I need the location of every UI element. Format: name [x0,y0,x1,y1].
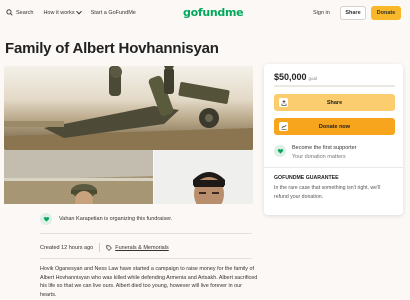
donate-now-button[interactable]: Donate now [274,118,395,135]
donate-now-label: Donate now [318,123,351,130]
search-link[interactable]: Search [6,9,33,16]
tag-icon [106,244,113,251]
divider [40,258,252,259]
share-label: Share [326,99,343,106]
goal-suffix: goal [308,76,318,81]
nav-left: Search How it works Start a GoFundMe [6,8,146,16]
portrait-face-photo [154,150,253,204]
sign-in-link[interactable]: Sign in [313,10,330,16]
hands-icon [279,122,288,131]
guarantee-text: In the rare case that something isn't ri… [274,185,381,200]
divider [264,167,403,168]
campaign-story: Hovik Oganesyan and Ness Law have starte… [40,266,258,298]
campaign-hero-image[interactable] [4,66,253,150]
first-supporter-text: Become the first supporter Your donation… [292,144,357,162]
progress-bar [274,85,395,87]
first-supporter-title: Become the first supporter [292,145,357,151]
donation-card: $50,000 goal Share Donate now Become the … [264,64,403,215]
portrait-photo-right[interactable] [154,150,253,204]
organizer-text: Vahan Karapetian is organizing this fund… [59,216,173,222]
soldier-photo-left[interactable] [4,150,153,204]
first-supporter: Become the first supporter Your donation… [274,144,357,162]
soldier-helmet-photo [4,150,153,204]
start-gofundme-link[interactable]: Start a GoFundMe [91,10,136,16]
share-button-top[interactable]: Share [340,6,366,20]
chevron-down-icon [75,8,82,14]
how-it-works-menu[interactable]: How it works [43,8,82,16]
heart-hand-icon [40,213,52,225]
campaign-meta: Created 12 hours ago Funerals & Memorial… [40,243,169,252]
organizer-row: Vahan Karapetian is organizing this fund… [40,213,172,225]
start-gofundme-label: Start a GoFundMe [90,9,136,16]
goal-amount: $50,000 goal [274,72,317,82]
divider [40,233,252,234]
first-supporter-sub: Your donation matters [292,154,346,160]
search-label: Search [16,9,34,16]
goal-value: $50,000 [274,72,307,82]
campaign-title: Family of Albert Hovhannisyan [5,40,219,57]
category-link[interactable]: Funerals & Memorials [115,245,169,251]
created-time: Created 12 hours ago [40,244,94,251]
meta-separator [99,243,101,252]
search-icon [6,9,13,16]
donate-button-top[interactable]: Donate [371,6,401,20]
guarantee-title: GOFUNDME GUARANTEE [274,175,339,181]
heart-hand-icon [274,145,286,157]
share-button[interactable]: Share [274,94,395,111]
gofundme-logo[interactable]: gofundme [183,6,244,19]
top-nav: Search How it works Start a GoFundMe gof… [0,0,410,28]
artillery-photo [4,66,253,150]
share-icon [279,98,288,107]
how-it-works-label: How it works [43,9,75,16]
